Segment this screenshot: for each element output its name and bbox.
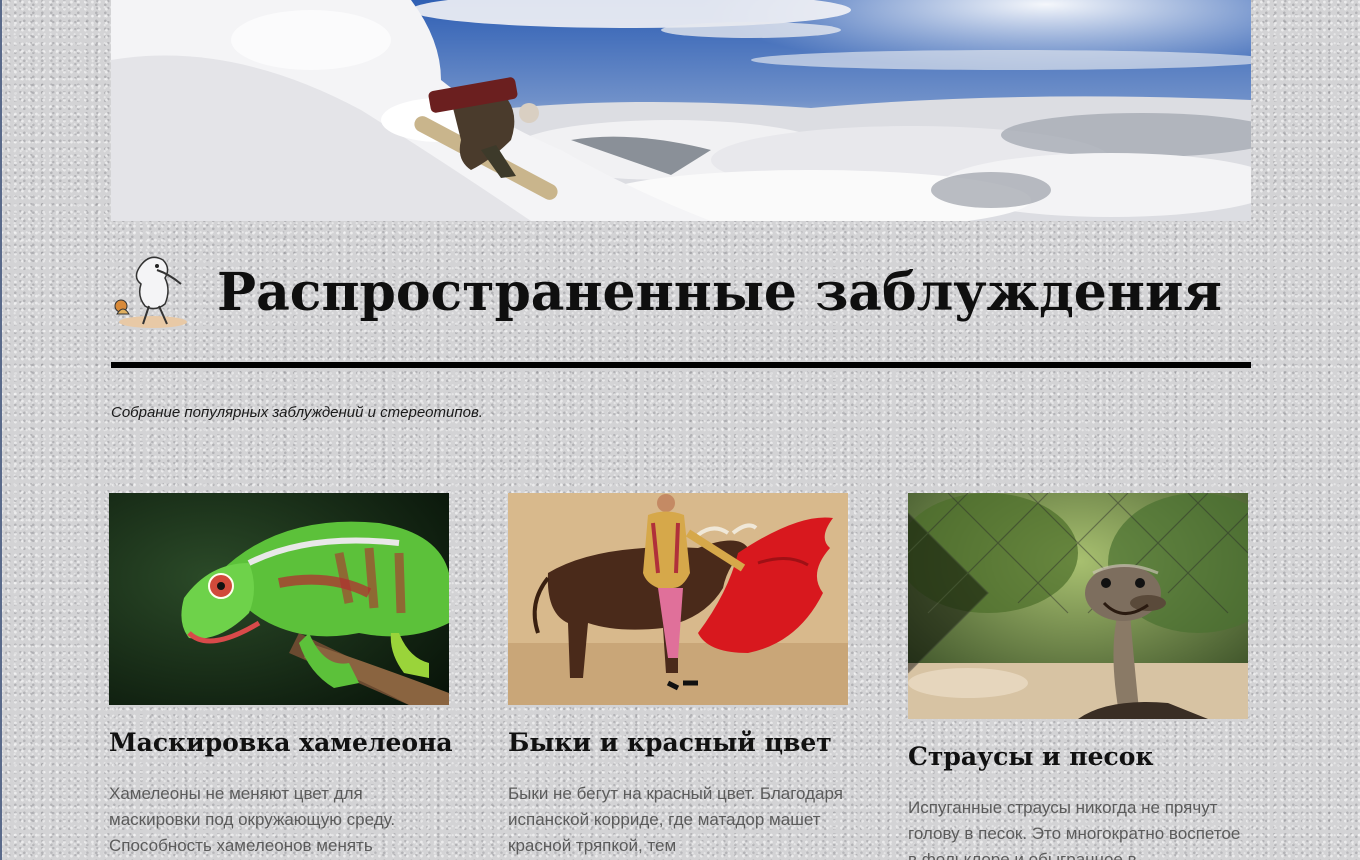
- header-banner-image: [111, 0, 1251, 221]
- post-excerpt: Испуганные страусы никогда не прячут гол…: [908, 798, 1241, 860]
- site-logo[interactable]: [109, 248, 193, 332]
- site-tagline: Собрание популярных заблуждений и стерео…: [111, 404, 483, 421]
- post-thumbnail[interactable]: [908, 493, 1248, 719]
- post-card: Страусы и песок Испуганные страусы никог…: [908, 493, 1248, 860]
- page-edge: [0, 0, 2, 860]
- post-excerpt: Быки не бегут на красный цвет. Благодаря…: [508, 784, 843, 855]
- post-title[interactable]: Быки и красный цвет: [508, 726, 848, 760]
- header-divider: [111, 362, 1251, 368]
- site-title[interactable]: Распространенные заблуждения: [217, 256, 1222, 330]
- post-thumbnail[interactable]: [109, 493, 449, 705]
- post-title[interactable]: Страусы и песок: [908, 740, 1248, 774]
- post-card: Быки и красный цвет Быки не бегут на кра…: [508, 493, 848, 859]
- post-card: Маскировка хамелеона Хамелеоны не меняют…: [109, 493, 453, 859]
- post-excerpt: Хамелеоны не меняют цвет для маскировки …: [109, 784, 396, 855]
- post-title[interactable]: Маскировка хамелеона: [109, 726, 453, 760]
- post-thumbnail[interactable]: [508, 493, 848, 705]
